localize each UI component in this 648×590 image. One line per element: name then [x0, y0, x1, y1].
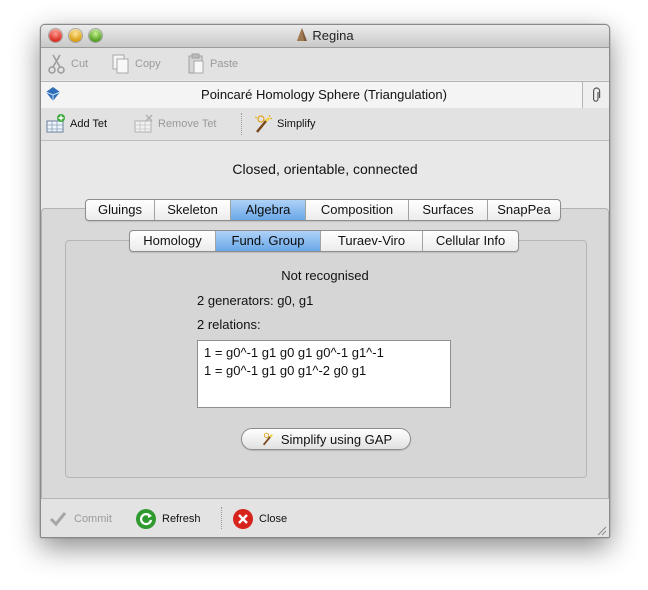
relations-list[interactable]: 1 = g0^-1 g1 g0 g1 g0^-1 g1^-1 1 = g0^-1… [197, 340, 451, 408]
bottom-bar: Commit Refresh Close [41, 498, 609, 537]
edit-toolbar: Cut Copy Paste [41, 48, 609, 80]
window-title: Regina [41, 25, 609, 47]
remove-tet-button[interactable]: Remove Tet [134, 108, 217, 140]
refresh-label: Refresh [162, 512, 201, 525]
close-label: Close [259, 512, 288, 525]
remove-tet-label: Remove Tet [158, 118, 217, 130]
simplify-button[interactable]: Simplify [253, 108, 316, 140]
packet-dock-button[interactable] [582, 82, 609, 108]
resize-grip-icon[interactable] [595, 524, 607, 536]
add-tet-label: Add Tet [70, 118, 108, 130]
relations-label: 2 relations: [197, 317, 261, 332]
cut-button[interactable]: Cut [47, 48, 88, 80]
refresh-icon [135, 508, 157, 530]
subtab-turaev-viro[interactable]: Turaev-Viro [321, 231, 423, 251]
add-tet-button[interactable]: Add Tet [46, 108, 107, 140]
refresh-button[interactable]: Refresh [135, 499, 201, 537]
close-button[interactable]: Close [232, 499, 288, 537]
packet-header: Poincaré Homology Sphere (Triangulation) [41, 81, 609, 109]
tab-surfaces[interactable]: Surfaces [409, 200, 488, 220]
regina-app-icon [297, 28, 308, 41]
tab-composition[interactable]: Composition [306, 200, 409, 220]
triangulation-properties: Closed, orientable, connected [232, 161, 418, 177]
simplify-gap-label: Simplify using GAP [280, 431, 393, 447]
regina-window: Regina Cut Copy Paste Poincaré Homology … [40, 24, 610, 538]
subtab-cellular-info[interactable]: Cellular Info [423, 231, 518, 251]
paste-label: Paste [210, 58, 239, 70]
generators-label: 2 generators: g0, g1 [197, 293, 314, 308]
tab-algebra[interactable]: Algebra [231, 200, 306, 220]
simplify-gap-button[interactable]: Simplify using GAP [241, 428, 411, 450]
scissors-icon [47, 53, 67, 75]
tab-gluings[interactable]: Gluings [86, 200, 155, 220]
magic-wand-icon [253, 113, 273, 135]
commit-button[interactable]: Commit [47, 499, 112, 537]
paperclip-icon [593, 87, 601, 102]
paste-icon [186, 53, 206, 75]
copy-icon [111, 53, 131, 75]
algebra-subtab-bar: Homology Fund. Group Turaev-Viro Cellula… [129, 230, 519, 252]
packet-title: Poincaré Homology Sphere (Triangulation) [201, 87, 447, 102]
paste-button[interactable]: Paste [186, 48, 238, 80]
tab-snappea[interactable]: SnapPea [488, 200, 560, 220]
group-recognition: Not recognised [281, 268, 369, 283]
simplify-label: Simplify [277, 118, 316, 130]
magic-wand-icon [260, 431, 276, 447]
window-title-text: Regina [312, 28, 354, 43]
main-tab-bar: Gluings Skeleton Algebra Composition Sur… [85, 199, 561, 221]
tab-skeleton[interactable]: Skeleton [155, 200, 231, 220]
triangulation-toolbar: Add Tet Remove Tet Simplify [41, 108, 609, 141]
subtab-fund-group[interactable]: Fund. Group [216, 231, 321, 251]
relation-item[interactable]: 1 = g0^-1 g1 g0 g1 g0^-1 g1^-1 [204, 344, 444, 362]
copy-label: Copy [135, 58, 161, 70]
triangulation-icon [45, 87, 61, 101]
remove-tet-icon [134, 113, 154, 135]
bottom-separator [221, 507, 222, 529]
toolbar-separator [241, 113, 242, 135]
commit-label: Commit [74, 512, 112, 525]
title-bar: Regina [41, 25, 609, 48]
relation-item[interactable]: 1 = g0^-1 g1 g0 g1^-2 g0 g1 [204, 362, 444, 380]
copy-button[interactable]: Copy [111, 48, 161, 80]
close-icon [232, 508, 254, 530]
checkmark-icon [47, 508, 69, 530]
add-tet-icon [46, 113, 66, 135]
cut-label: Cut [71, 58, 89, 70]
subtab-homology[interactable]: Homology [130, 231, 216, 251]
